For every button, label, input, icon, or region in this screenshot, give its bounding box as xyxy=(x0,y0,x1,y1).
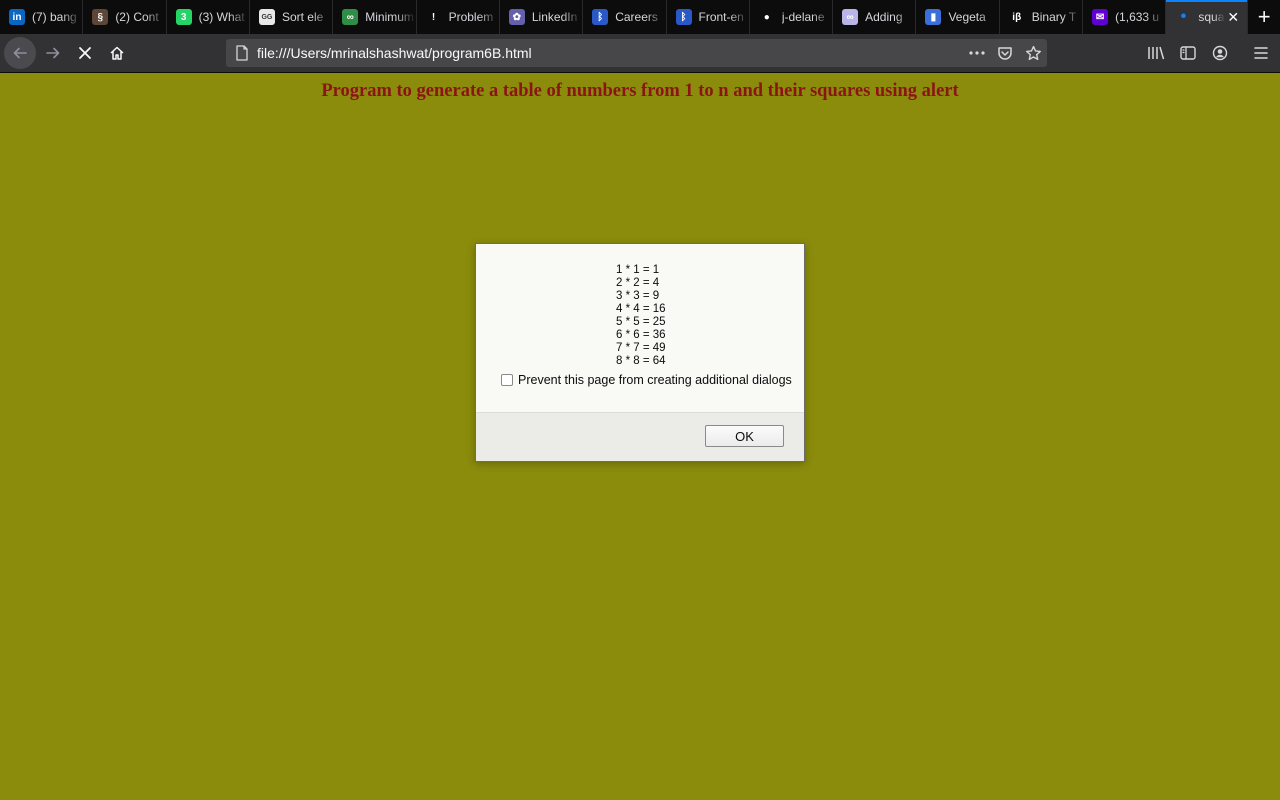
new-tab-button[interactable]: + xyxy=(1248,0,1280,34)
close-tab-icon[interactable]: ✕ xyxy=(1225,9,1241,25)
tab-title: j-delane xyxy=(781,10,825,24)
alert-message-line: 3 * 3 = 9 xyxy=(616,290,660,302)
tab-title: (7) bang xyxy=(32,10,77,24)
geeksforgeeks-icon: GG xyxy=(258,9,275,25)
alert-message-line: 2 * 2 = 4 xyxy=(616,277,660,289)
alert-message-line: 5 * 5 = 25 xyxy=(616,316,666,328)
tab[interactable]: ∞ Minimum xyxy=(333,0,417,34)
page-actions-icon[interactable] xyxy=(963,39,991,67)
tab-title: (1,633 u xyxy=(1115,10,1160,24)
tab[interactable]: ∞ Adding xyxy=(833,0,917,34)
tab-title: Problem xyxy=(448,10,494,24)
bluetooth-icon: ᛒ xyxy=(675,9,692,25)
account-icon[interactable] xyxy=(1205,38,1235,68)
home-icon xyxy=(110,46,124,60)
bluetooth-icon: ᛒ xyxy=(592,9,609,25)
binoculars-icon: ∞ xyxy=(842,9,859,25)
tab-title: Front-en xyxy=(698,10,744,24)
tab[interactable]: ✿ LinkedIn xyxy=(500,0,584,34)
yahoo-mail-icon: ✉ xyxy=(1092,9,1109,25)
nbc-icon: ✿ xyxy=(508,9,525,25)
tab[interactable]: ᛒ Front-en xyxy=(667,0,750,34)
stop-button[interactable] xyxy=(70,38,100,68)
tab-active[interactable]: • squa ✕ xyxy=(1166,0,1249,34)
prevent-dialogs-option[interactable]: Prevent this page from creating addition… xyxy=(501,373,792,387)
stop-x-icon xyxy=(79,47,91,59)
tab[interactable]: GG Sort ele xyxy=(250,0,334,34)
page-icon: • xyxy=(1180,8,1187,25)
prevent-dialogs-checkbox[interactable] xyxy=(501,374,513,386)
gfg-icon: ∞ xyxy=(342,9,359,25)
back-button[interactable] xyxy=(4,37,36,69)
tab[interactable]: iβ Binary T xyxy=(1000,0,1084,34)
alert-message: 1 * 1 = 12 * 2 = 43 * 3 = 94 * 4 = 16 5 *… xyxy=(616,264,666,368)
alert-message-line: 8 * 8 = 64 xyxy=(616,355,666,367)
whatsapp-icon: 3 xyxy=(175,9,192,25)
tab[interactable]: 3 (3) What xyxy=(167,0,250,34)
forward-arrow-icon xyxy=(46,47,60,59)
page-icon xyxy=(234,45,250,61)
tab-title: Binary T xyxy=(1031,10,1077,24)
alert-message-line: 6 * 6 = 36 xyxy=(616,329,666,341)
prevent-dialogs-label[interactable]: Prevent this page from creating addition… xyxy=(518,373,792,387)
warning-icon: ! xyxy=(425,9,442,25)
alert-message-line: 7 * 7 = 49 xyxy=(616,342,666,354)
sidebar-icon[interactable] xyxy=(1173,38,1203,68)
tab[interactable]: ᛒ Careers xyxy=(583,0,667,34)
library-icon[interactable] xyxy=(1141,38,1171,68)
url-text[interactable]: file:///Users/mrinalshashwat/program6B.h… xyxy=(257,45,963,61)
tab[interactable]: ✉ (1,633 u xyxy=(1083,0,1167,34)
tab-title: (3) What xyxy=(198,10,245,24)
tab-title: Minimum xyxy=(365,10,414,24)
codechef-icon: § xyxy=(92,9,109,25)
bookmark-star-icon[interactable] xyxy=(1019,39,1047,67)
tab-strip: in (7) bang § (2) Cont 3 (3) What GG Sort ele ∞ M… xyxy=(0,0,1280,34)
chart-icon: ▮ xyxy=(925,9,942,25)
interviewbit-icon: iβ xyxy=(1008,9,1025,25)
alert-message-line: 1 * 1 = 1 xyxy=(616,264,660,276)
alert-dialog: 1 * 1 = 12 * 2 = 43 * 3 = 94 * 4 = 16 5 *… xyxy=(475,243,805,462)
back-arrow-icon xyxy=(13,47,27,59)
pocket-icon[interactable] xyxy=(991,39,1019,67)
tab-title: Adding xyxy=(865,10,903,24)
navigation-toolbar: file:///Users/mrinalshashwat/program6B.h… xyxy=(0,34,1280,73)
linkedin-icon: in xyxy=(9,9,25,25)
tab[interactable]: in (7) bang xyxy=(0,0,84,34)
home-button[interactable] xyxy=(102,38,132,68)
github-icon: ● xyxy=(758,9,775,25)
tab[interactable]: § (2) Cont xyxy=(83,0,167,34)
alert-message-line: 4 * 4 = 16 xyxy=(616,303,666,315)
forward-button[interactable] xyxy=(38,38,68,68)
tab-title: Sort ele xyxy=(281,10,324,24)
ok-button[interactable]: OK xyxy=(705,425,784,447)
page-heading: Program to generate a table of numbers f… xyxy=(321,81,959,101)
tab-title: LinkedIn xyxy=(531,10,578,24)
tab[interactable]: ▮ Vegeta xyxy=(916,0,1000,34)
tab-title: (2) Cont xyxy=(115,10,159,24)
url-bar[interactable]: file:///Users/mrinalshashwat/program6B.h… xyxy=(226,39,1047,67)
tab-title: squa xyxy=(1198,10,1225,24)
menu-hamburger-icon[interactable] xyxy=(1246,38,1276,68)
tab-title: Vegeta xyxy=(948,10,986,24)
dialog-footer: OK xyxy=(476,412,804,461)
tab-title: Careers xyxy=(615,10,658,24)
tab[interactable]: ! Problem xyxy=(417,0,500,34)
tab[interactable]: ● j-delane xyxy=(750,0,834,34)
